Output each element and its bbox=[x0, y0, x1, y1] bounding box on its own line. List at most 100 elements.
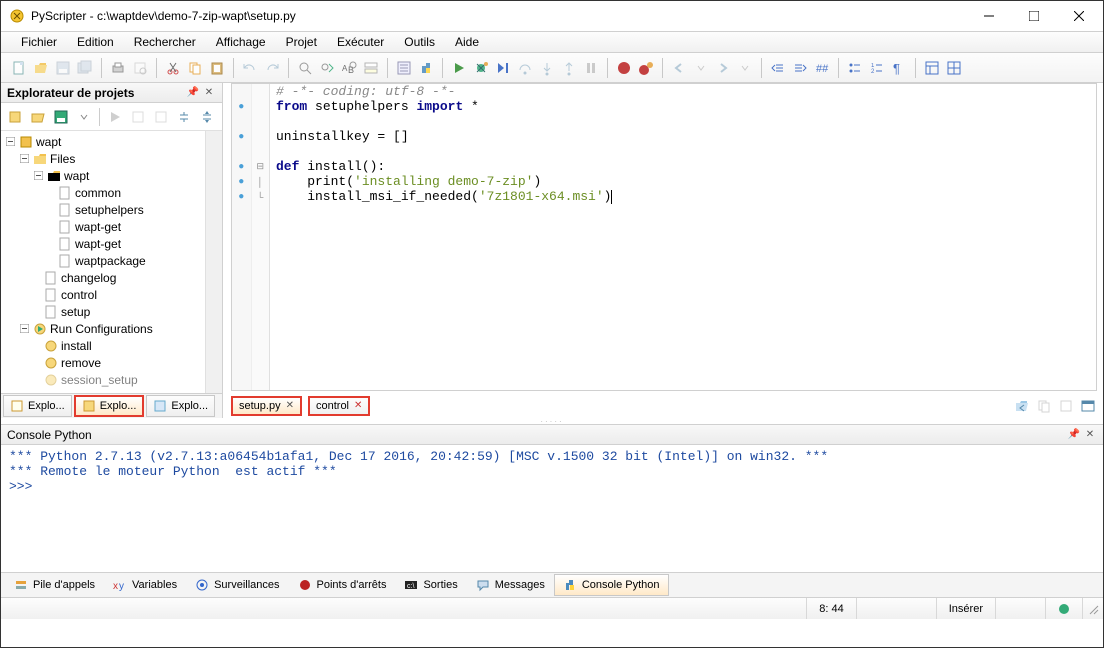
panel-close-icon[interactable]: ✕ bbox=[202, 86, 216, 100]
tree-scrollbar[interactable] bbox=[205, 131, 222, 393]
panel-close-icon[interactable]: ✕ bbox=[1083, 428, 1097, 442]
find-next-icon[interactable] bbox=[317, 58, 337, 78]
editor[interactable]: ● ● ● ● ● ⊟ │└ # -*- coding: utf-8 -*- f… bbox=[231, 83, 1097, 391]
step-out-icon[interactable] bbox=[559, 58, 579, 78]
left-tab-2[interactable]: Explo... bbox=[74, 395, 145, 417]
save-all-icon[interactable] bbox=[75, 58, 95, 78]
tree-item[interactable]: common bbox=[75, 186, 121, 200]
step-over-icon[interactable] bbox=[515, 58, 535, 78]
proj-new-icon[interactable] bbox=[5, 107, 25, 127]
proj-save-icon[interactable] bbox=[51, 107, 71, 127]
tab-breakpoints[interactable]: Points d'arrêts bbox=[289, 574, 396, 596]
menu-file[interactable]: Fichier bbox=[11, 32, 67, 52]
tree-item[interactable]: remove bbox=[61, 356, 101, 370]
left-tab-1[interactable]: Explo... bbox=[3, 395, 72, 417]
num-list-icon[interactable]: 12 bbox=[867, 58, 887, 78]
new-file-icon[interactable] bbox=[9, 58, 29, 78]
file-tab-control[interactable]: control✕ bbox=[308, 396, 370, 416]
minimize-button[interactable] bbox=[966, 2, 1011, 30]
nav-fwd-dd-icon[interactable] bbox=[735, 58, 755, 78]
cut-icon[interactable] bbox=[163, 58, 183, 78]
nav-files-icon[interactable] bbox=[1013, 397, 1031, 415]
tab-callstack[interactable]: Pile d'appels bbox=[5, 574, 104, 596]
indent-icon[interactable] bbox=[790, 58, 810, 78]
nav-back-dd-icon[interactable] bbox=[691, 58, 711, 78]
tree-item[interactable]: control bbox=[61, 288, 97, 302]
find-icon[interactable] bbox=[295, 58, 315, 78]
menu-tools[interactable]: Outils bbox=[394, 32, 445, 52]
tree-item[interactable]: wapt bbox=[64, 169, 89, 183]
maximize-button[interactable] bbox=[1011, 2, 1056, 30]
tree-item[interactable]: waptpackage bbox=[75, 254, 146, 268]
bullet-list-icon[interactable] bbox=[845, 58, 865, 78]
tree-root[interactable]: wapt bbox=[36, 135, 61, 149]
nav-back-icon[interactable] bbox=[669, 58, 689, 78]
expand-icon[interactable] bbox=[19, 323, 30, 334]
tree-item[interactable]: Run Configurations bbox=[50, 322, 153, 336]
print-icon[interactable] bbox=[108, 58, 128, 78]
project-tree[interactable]: wapt Files wapt common setuphelpers wapt… bbox=[1, 131, 205, 393]
window-icon[interactable] bbox=[1079, 397, 1097, 415]
copy2-icon[interactable] bbox=[1057, 397, 1075, 415]
menu-edit[interactable]: Edition bbox=[67, 32, 124, 52]
tab-console-python[interactable]: Console Python bbox=[554, 574, 669, 596]
tab-output[interactable]: c:\Sorties bbox=[395, 574, 466, 596]
proj-expand-icon[interactable] bbox=[197, 107, 217, 127]
find-text-icon[interactable]: AB bbox=[339, 58, 359, 78]
menu-help[interactable]: Aide bbox=[445, 32, 489, 52]
pin-icon[interactable]: 📌 bbox=[186, 86, 200, 100]
run-to-cursor-icon[interactable] bbox=[493, 58, 513, 78]
proj-add-icon[interactable] bbox=[128, 107, 148, 127]
stop-icon[interactable] bbox=[614, 58, 634, 78]
menu-search[interactable]: Rechercher bbox=[124, 32, 206, 52]
layout2-icon[interactable] bbox=[944, 58, 964, 78]
menu-project[interactable]: Projet bbox=[276, 32, 327, 52]
expand-icon[interactable] bbox=[19, 153, 30, 164]
tree-item[interactable]: wapt-get bbox=[75, 220, 121, 234]
tree-item[interactable]: changelog bbox=[61, 271, 116, 285]
tab-messages[interactable]: Messages bbox=[467, 574, 554, 596]
pause-icon[interactable] bbox=[581, 58, 601, 78]
menu-view[interactable]: Affichage bbox=[206, 32, 276, 52]
python-icon[interactable] bbox=[416, 58, 436, 78]
close-tab-icon[interactable]: ✕ bbox=[354, 400, 362, 411]
tree-item[interactable]: setuphelpers bbox=[75, 203, 144, 217]
layout-icon[interactable] bbox=[922, 58, 942, 78]
pin-icon[interactable]: 📌 bbox=[1067, 428, 1081, 442]
tab-variables[interactable]: xyVariables bbox=[104, 574, 186, 596]
undo-icon[interactable] bbox=[240, 58, 260, 78]
stop-debug-icon[interactable] bbox=[636, 58, 656, 78]
proj-run-icon[interactable] bbox=[105, 107, 125, 127]
print-preview-icon[interactable] bbox=[130, 58, 150, 78]
pilcrow-icon[interactable]: ¶ bbox=[889, 58, 909, 78]
tree-item[interactable]: session_setup bbox=[61, 373, 138, 387]
menu-execute[interactable]: Exécuter bbox=[327, 32, 394, 52]
step-into-icon[interactable] bbox=[537, 58, 557, 78]
console-output[interactable]: *** Python 2.7.13 (v2.7.13:a06454b1afa1,… bbox=[1, 445, 1103, 572]
proj-collapse-icon[interactable] bbox=[174, 107, 194, 127]
close-button[interactable] bbox=[1056, 2, 1101, 30]
close-tab-icon[interactable]: ✕ bbox=[286, 400, 294, 411]
copy-path-icon[interactable] bbox=[1035, 397, 1053, 415]
expand-icon[interactable] bbox=[5, 136, 16, 147]
run-icon[interactable] bbox=[449, 58, 469, 78]
tree-item[interactable]: wapt-get bbox=[75, 237, 121, 251]
file-tab-setup[interactable]: setup.py✕ bbox=[231, 396, 302, 416]
copy-icon[interactable] bbox=[185, 58, 205, 78]
comment-icon[interactable]: ## bbox=[812, 58, 832, 78]
resize-grip-icon[interactable] bbox=[1082, 598, 1103, 619]
tab-watches[interactable]: Surveillances bbox=[186, 574, 288, 596]
tree-item[interactable]: setup bbox=[61, 305, 90, 319]
nav-fwd-icon[interactable] bbox=[713, 58, 733, 78]
paste-icon[interactable] bbox=[207, 58, 227, 78]
redo-icon[interactable] bbox=[262, 58, 282, 78]
replace-icon[interactable] bbox=[361, 58, 381, 78]
fold-icon[interactable]: ⊟ bbox=[252, 159, 270, 174]
proj-open-icon[interactable] bbox=[28, 107, 48, 127]
save-icon[interactable] bbox=[53, 58, 73, 78]
tree-item[interactable]: install bbox=[61, 339, 92, 353]
proj-dd-icon[interactable] bbox=[74, 107, 94, 127]
open-file-icon[interactable] bbox=[31, 58, 51, 78]
outdent-icon[interactable] bbox=[768, 58, 788, 78]
debug-icon[interactable] bbox=[471, 58, 491, 78]
